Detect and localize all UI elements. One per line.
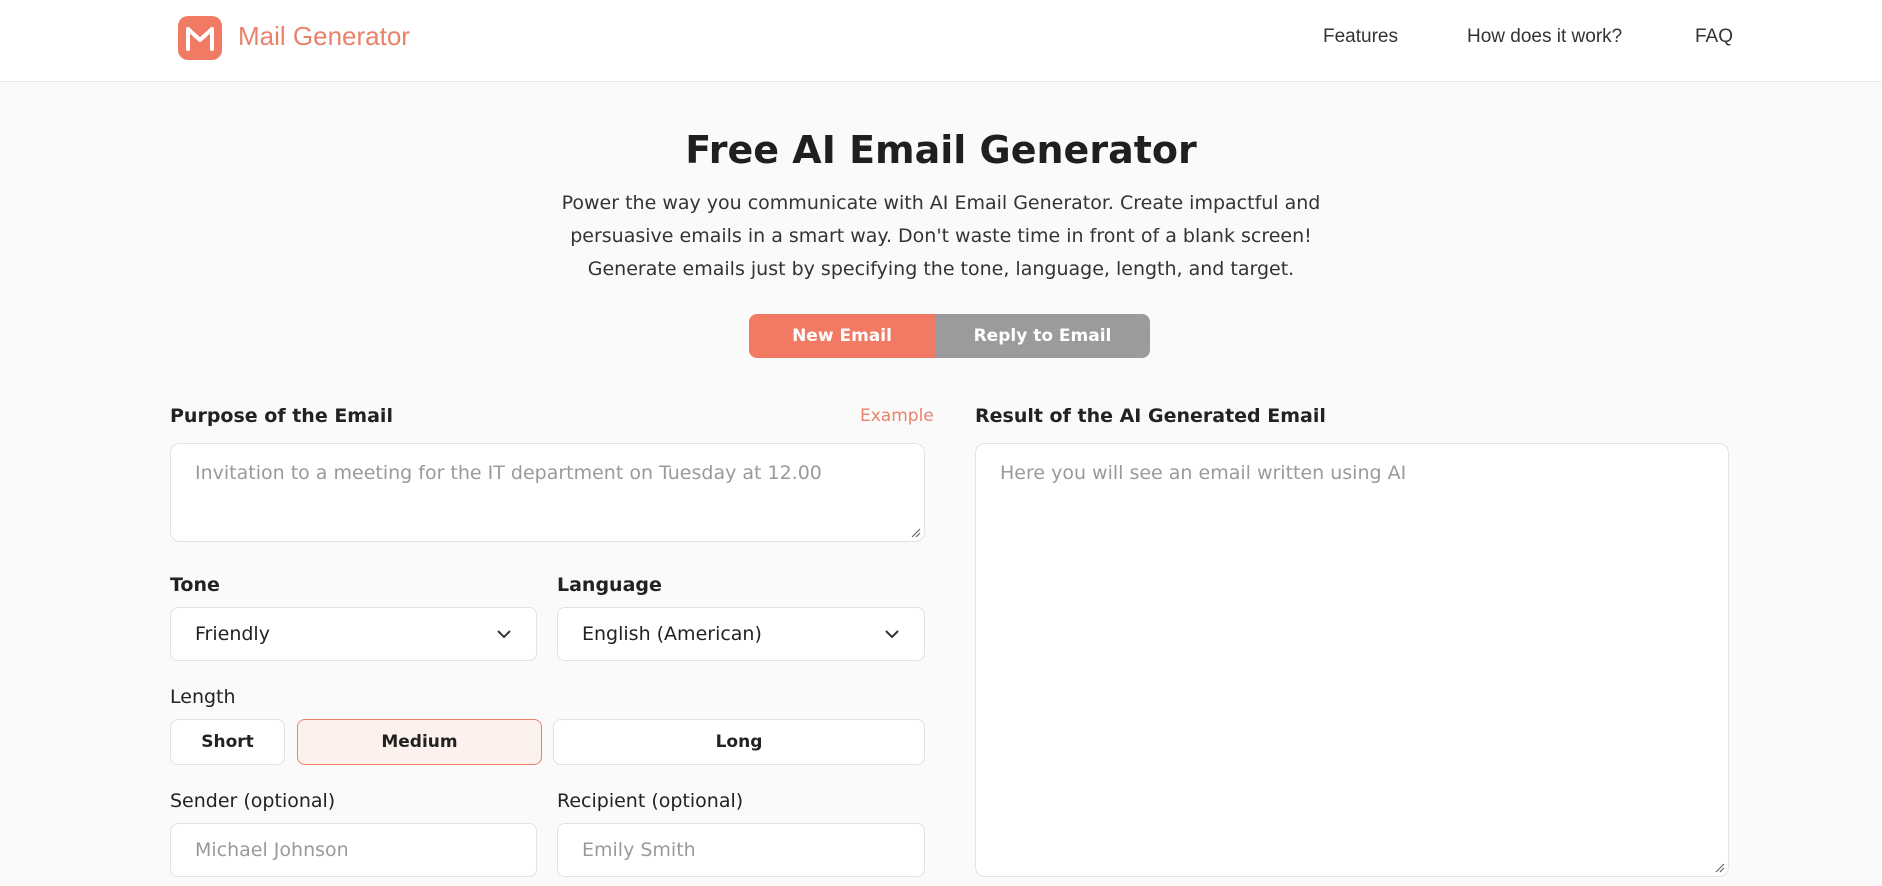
resize-handle-icon[interactable] bbox=[909, 526, 921, 538]
length-medium-button[interactable]: Medium bbox=[297, 719, 542, 765]
resize-handle-icon[interactable] bbox=[1713, 861, 1725, 873]
chevron-down-icon bbox=[497, 630, 511, 639]
page-title: Free AI Email Generator bbox=[685, 128, 1197, 172]
result-placeholder: Here you will see an email written using… bbox=[1000, 462, 1407, 484]
language-value: English (American) bbox=[582, 623, 762, 645]
brand-name[interactable]: Mail Generator bbox=[238, 21, 410, 52]
new-email-tab[interactable]: New Email bbox=[749, 314, 935, 358]
purpose-placeholder: Invitation to a meeting for the IT depar… bbox=[195, 462, 822, 484]
language-select[interactable]: English (American) bbox=[557, 607, 925, 661]
reply-email-tab[interactable]: Reply to Email bbox=[935, 314, 1150, 358]
tone-value: Friendly bbox=[195, 623, 270, 645]
result-label: Result of the AI Generated Email bbox=[975, 405, 1326, 427]
mail-logo-icon[interactable] bbox=[178, 16, 222, 60]
example-link[interactable]: Example bbox=[860, 406, 934, 426]
purpose-label: Purpose of the Email bbox=[170, 405, 393, 427]
nav-faq[interactable]: FAQ bbox=[1695, 26, 1733, 48]
sender-label: Sender (optional) bbox=[170, 790, 336, 812]
email-mode-toggle: New Email Reply to Email bbox=[749, 314, 1150, 358]
purpose-textarea[interactable]: Invitation to a meeting for the IT depar… bbox=[170, 443, 925, 542]
length-label: Length bbox=[170, 686, 236, 708]
recipient-placeholder: Emily Smith bbox=[582, 839, 696, 861]
page-description: Power the way you communicate with AI Em… bbox=[561, 192, 1321, 280]
recipient-label: Recipient (optional) bbox=[557, 790, 744, 812]
length-long-button[interactable]: Long bbox=[553, 719, 925, 765]
nav-how-it-works[interactable]: How does it work? bbox=[1467, 26, 1622, 48]
result-textarea[interactable]: Here you will see an email written using… bbox=[975, 443, 1729, 877]
tone-label: Tone bbox=[170, 574, 220, 596]
sender-input[interactable]: Michael Johnson bbox=[170, 823, 537, 877]
sender-placeholder: Michael Johnson bbox=[195, 839, 349, 861]
tone-select[interactable]: Friendly bbox=[170, 607, 537, 661]
nav-features[interactable]: Features bbox=[1323, 26, 1398, 48]
top-navbar: Mail Generator Features How does it work… bbox=[0, 0, 1882, 82]
chevron-down-icon bbox=[885, 630, 899, 639]
recipient-input[interactable]: Emily Smith bbox=[557, 823, 925, 877]
length-short-button[interactable]: Short bbox=[170, 719, 285, 765]
language-label: Language bbox=[557, 574, 662, 596]
